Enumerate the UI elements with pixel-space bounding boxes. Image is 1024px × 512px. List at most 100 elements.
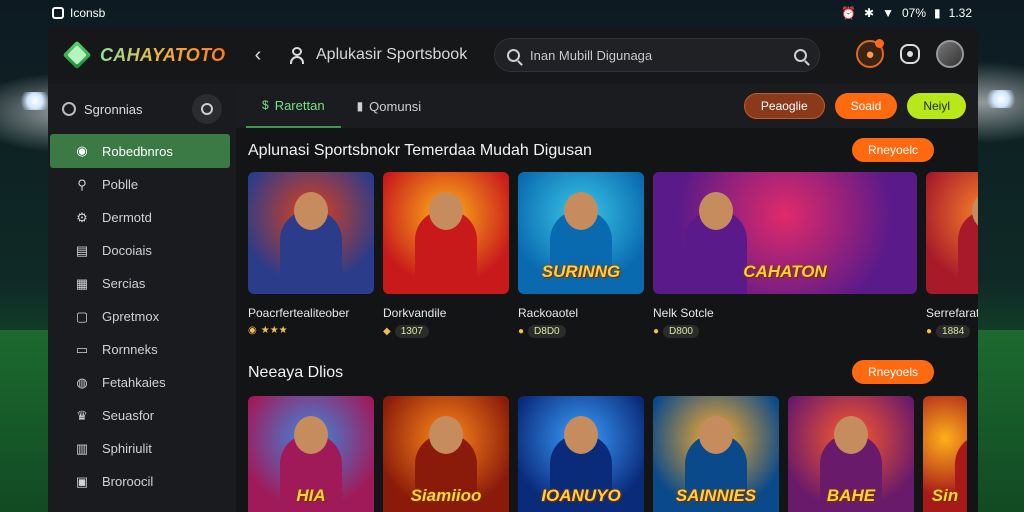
sidebar-item[interactable]: ⚲ Poblle [48, 168, 236, 201]
sidebar-item[interactable]: ◍ Fetahkaies [48, 366, 236, 399]
player-face [699, 416, 733, 454]
back-button[interactable]: ‹ [246, 43, 270, 67]
sidebar-item-label: Poblle [102, 177, 139, 192]
sidebar: Sgronnias ◉ Robedbnros ⚲ Poblle ⚙ Dermotd ▤ Doc… [48, 84, 236, 512]
main-content: $ Rarettan ▮ Qomunsi Peaoglie Soaid Neiy… [236, 84, 978, 512]
sidebar-item-label: Docoiais [102, 243, 152, 258]
game-title: Serrefaraty [926, 306, 978, 320]
section-title: Aplunasi Sportsbnokr Temerdaa Mudah Digu… [248, 142, 592, 159]
card-row: Poacrfertealiteober ◉ ★★★ Dorkvandile ◆ 1307 S… [248, 172, 978, 338]
tab-rarettan[interactable]: $ Rarettan [246, 84, 341, 128]
header-actions: ● [856, 39, 964, 68]
game-thumbnail[interactable]: Siamiioo [383, 396, 509, 512]
tab-label: Qomunsi [369, 98, 422, 114]
game-art-text: IOANUYO [541, 486, 621, 505]
game-card[interactable]: SAINNIES [653, 396, 779, 512]
sidebar-item-label: Gpretmox [102, 309, 160, 324]
rating-icon: ● [653, 326, 660, 337]
section-new: Neeaya Dlios Rneyoels HIA Siamiioo IOANUYO… [248, 358, 978, 512]
game-thumbnail[interactable]: HIA [248, 396, 374, 512]
document-icon: ▤ [75, 242, 89, 258]
filter-pill-neiyl[interactable]: Neiyl [907, 93, 966, 119]
avatar[interactable] [936, 40, 964, 68]
sidebar-item[interactable]: ▭ Rornneks [48, 333, 236, 366]
game-thumbnail[interactable] [248, 172, 374, 294]
sidebar-item[interactable]: ▣ Broroocil [48, 465, 236, 498]
game-thumbnail[interactable]: SAINNIES [653, 396, 779, 512]
player-face [834, 416, 868, 454]
search-bar [494, 38, 820, 72]
game-thumbnail[interactable]: BAHE [788, 396, 914, 512]
section-title: Neeaya Dlios [248, 364, 344, 381]
game-card[interactable]: Siamiioo [383, 396, 509, 512]
rating-icon: ◆ [383, 326, 391, 337]
game-badge: D8D0 [528, 325, 566, 338]
game-card[interactable]: Sin [923, 396, 967, 512]
sidebar-item[interactable]: ▦ Sercias [48, 267, 236, 300]
sidebar-item[interactable]: ▤ Docoiais [48, 234, 236, 267]
calendar-icon: ▥ [75, 440, 89, 456]
game-card[interactable]: Serrefaraty ●1884 [926, 172, 978, 338]
game-card[interactable]: Poacrfertealiteober ◉ ★★★ [248, 172, 374, 338]
sidebar-item-label: Robedbnros [102, 143, 173, 159]
search-input[interactable] [530, 47, 784, 63]
file-icon: ▭ [75, 341, 89, 357]
game-thumbnail[interactable]: SURINNG [518, 172, 644, 294]
player-face [429, 416, 463, 454]
sidebar-item[interactable]: ◉ Robedbnros [50, 134, 230, 168]
globe-icon: ◍ [76, 374, 88, 390]
sidebar-item[interactable]: ♛ Seuasfor [48, 399, 236, 432]
game-meta: ● D800 [653, 325, 917, 338]
sidebar-search-button[interactable] [192, 94, 222, 124]
tab-qomunsi[interactable]: ▮ Qomunsi [341, 84, 438, 128]
sidebar-item-label: Sercias [102, 276, 146, 291]
game-thumbnail[interactable]: Sin [923, 396, 967, 512]
game-art-text: BAHE [826, 486, 876, 505]
status-bar: Iconsb ⏰ ✱ ▼ 07% ▮ 1.32 [0, 0, 1024, 26]
game-card[interactable]: Dorkvandile ◆ 1307 [383, 172, 509, 338]
game-card[interactable]: CAHATON Nelk Sotcle ● D800 [653, 172, 917, 338]
player-face [564, 192, 598, 230]
game-thumbnail[interactable]: CAHATON [653, 172, 917, 294]
brand[interactable]: CAHAYATOTO [48, 40, 236, 70]
user-icon [288, 46, 306, 64]
tab-label: Rarettan [274, 97, 325, 113]
stadium-light-right [984, 90, 1018, 108]
battery-icon: ▮ [934, 6, 941, 20]
grid-icon: ▦ [75, 275, 89, 291]
section-more-button[interactable]: Rneyoelc [851, 138, 934, 162]
game-meta: ● 1884 [926, 325, 978, 338]
rating-icon: ◉ [248, 325, 257, 336]
sidebar-item-label: Rornneks [102, 342, 158, 357]
section-more-button[interactable]: Rneyoels [851, 360, 934, 384]
filter-pill-soaid[interactable]: Soaid [834, 93, 898, 119]
settings-icon[interactable] [900, 44, 920, 64]
game-badge: 1884 [936, 325, 971, 338]
gear-icon: ⚙ [76, 209, 88, 225]
filter-pill-peaoglie[interactable]: Peaoglie [743, 93, 825, 119]
search-submit-icon[interactable] [794, 48, 807, 62]
game-card[interactable]: BAHE [788, 396, 914, 512]
game-thumbnail[interactable] [383, 172, 509, 294]
notification-button[interactable]: ● [856, 39, 884, 68]
player-face [294, 416, 328, 454]
sidebar-item[interactable]: ⚙ Dermotd [48, 201, 236, 234]
sidebar-menu: ◉ Robedbnros ⚲ Poblle ⚙ Dermotd ▤ Docoiais ▦ Serc… [48, 134, 236, 498]
game-art-text: HIA [296, 486, 326, 505]
game-thumbnail[interactable]: IOANUYO [518, 396, 644, 512]
sidebar-item-label: Broroocil [102, 474, 154, 489]
app-icon [52, 7, 64, 19]
game-card[interactable]: SURINNG Rackoaotel ● D8D0 [518, 172, 644, 338]
chat-icon: ◉ [76, 143, 88, 158]
alarm-icon: ⏰ [841, 6, 857, 20]
game-card[interactable]: IOANUYO [518, 396, 644, 512]
section-featured: Aplunasi Sportsbnokr Temerdaa Mudah Digu… [248, 136, 978, 338]
sidebar-item-label: Dermotd [102, 210, 152, 225]
game-meta: ● D8D0 [518, 325, 644, 338]
rating-icon: ● [518, 326, 525, 337]
game-card[interactable]: HIA [248, 396, 374, 512]
sidebar-item[interactable]: ▢ Gpretmox [48, 300, 236, 333]
sidebar-item[interactable]: ▥ Sphiriulit [48, 432, 236, 465]
game-thumbnail[interactable] [926, 172, 978, 294]
doc-icon: ▮ [356, 99, 364, 113]
